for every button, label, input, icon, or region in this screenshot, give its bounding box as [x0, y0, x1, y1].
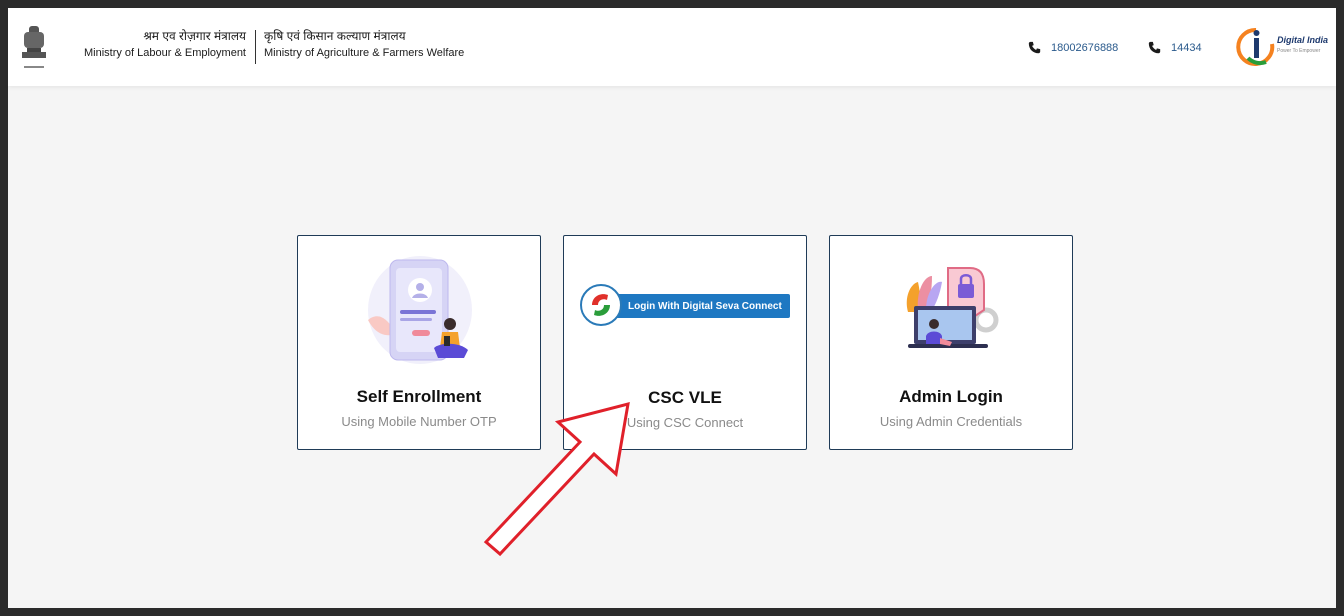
ministry-labour: श्रम एव रोज़गार मंत्रालय Ministry of Lab… — [78, 28, 246, 68]
digital-seva-connect-button[interactable]: Login With Digital Seva Connect — [580, 284, 790, 326]
ministry-agriculture-hindi: कृषि एवं किसान कल्याण मंत्रालय — [264, 29, 406, 43]
header-divider — [255, 30, 256, 64]
mobile-enrollment-illustration-icon — [368, 256, 472, 364]
annotation-arrow-icon — [483, 401, 630, 557]
digital-india-title: Digital India — [1277, 35, 1329, 45]
card-subtitle: Using Admin Credentials — [879, 414, 1023, 429]
phone-icon — [1028, 41, 1041, 54]
helpline-number-2: 14434 — [1171, 41, 1202, 54]
ministry-labour-hindi: श्रम एव रोज़गार मंत्रालय — [143, 29, 246, 43]
site-header: श्रम एव रोज़गार मंत्रालय Ministry of Lab… — [8, 8, 1336, 86]
phone-icon — [1148, 41, 1161, 54]
csc-logo-icon — [580, 284, 622, 326]
admin-login-card[interactable]: Admin Login Using Admin Credentials — [829, 235, 1073, 450]
card-title: Admin Login — [899, 387, 1003, 406]
ministry-agriculture-english: Ministry of Agriculture & Farmers Welfar… — [264, 47, 465, 59]
national-emblem-icon — [22, 26, 46, 68]
helpline-phone-2[interactable]: 14434 — [1148, 41, 1202, 54]
helpline-number-1: 18002676888 — [1051, 41, 1119, 54]
ministry-agriculture: कृषि एवं किसान कल्याण मंत्रालय Ministry … — [264, 28, 484, 68]
ministry-labour-english: Ministry of Labour & Employment — [83, 47, 246, 59]
admin-security-illustration-icon — [906, 267, 999, 348]
digital-india-logo-icon — [1236, 27, 1275, 66]
page-frame: श्रम एव रोज़गार मंत्रालय Ministry of Lab… — [8, 8, 1336, 608]
helpline-phone-1[interactable]: 18002676888 — [1028, 41, 1118, 54]
digital-india-tagline: Power To Empower — [1277, 48, 1321, 54]
digital-seva-connect-label: Login With Digital Seva Connect — [602, 294, 790, 318]
